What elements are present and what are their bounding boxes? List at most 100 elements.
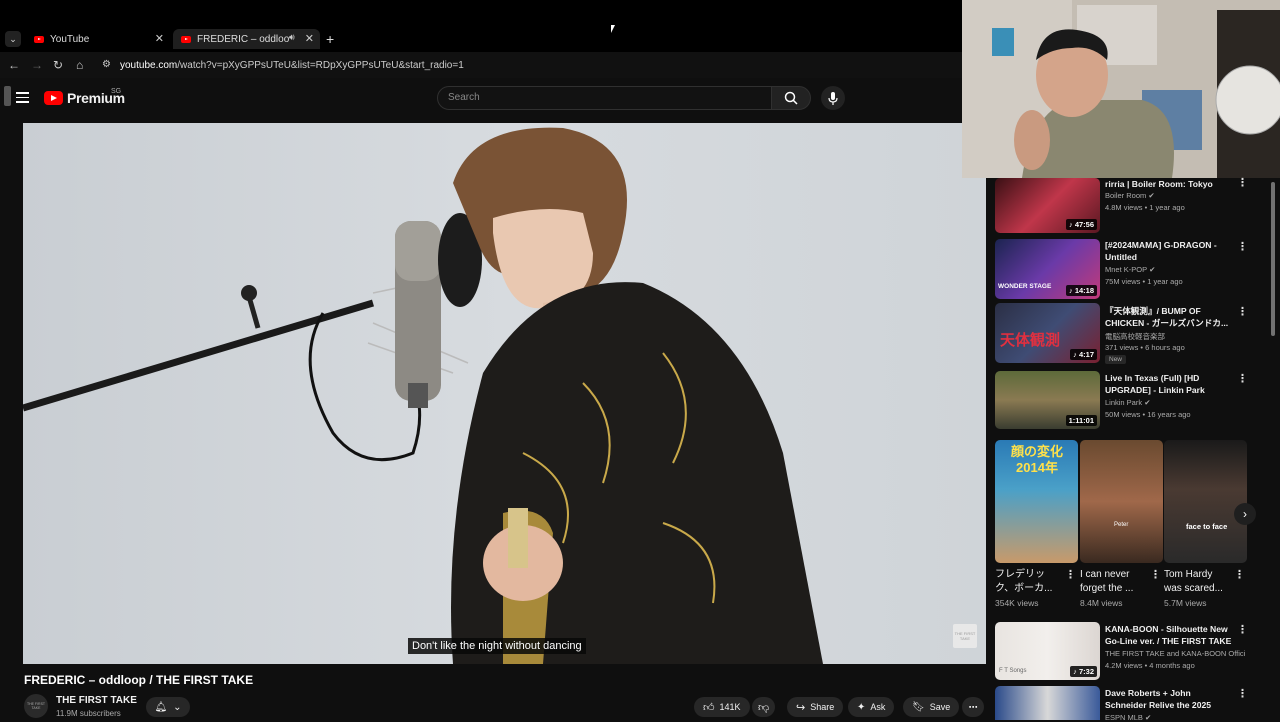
- close-tab-icon[interactable]: ✕: [305, 32, 314, 45]
- shorts-next-button[interactable]: ›: [1234, 503, 1256, 525]
- recommendation-title[interactable]: rirria | Boiler Room: Tokyo: [1105, 178, 1233, 190]
- short-views: 354K views: [995, 598, 1039, 608]
- short-overlay-text: 顔の変化 2014年: [1010, 444, 1063, 475]
- short-title[interactable]: I can never forget the ...: [1080, 568, 1146, 596]
- url-field[interactable]: youtube.com/watch?v=pXyGPPsUTeU&list=RDp…: [120, 60, 464, 71]
- reload-icon[interactable]: ↻: [53, 58, 63, 72]
- voice-search-button[interactable]: [821, 86, 845, 110]
- recommendation-channel[interactable]: Linkin Park ✔︎: [1105, 398, 1151, 407]
- more-vertical-icon[interactable]: ⋮: [1237, 374, 1248, 385]
- duration-badge: 1:11:01: [1065, 415, 1097, 426]
- sparkle-icon: ✦: [857, 701, 866, 713]
- recommendation-channel[interactable]: Mnet K-POP ✔︎: [1105, 265, 1155, 274]
- video-thumbnail[interactable]: 1:11:01: [995, 371, 1100, 429]
- recommendation-channel[interactable]: 電脳高校軽音楽部: [1105, 331, 1165, 342]
- duration-badge: ♪ 47:56: [1065, 219, 1097, 230]
- site-info-icon[interactable]: ⚙: [102, 58, 111, 72]
- channel-name[interactable]: THE FIRST TAKE: [56, 695, 137, 706]
- verified-icon: ✔︎: [1148, 191, 1155, 200]
- recommendation-item[interactable]: ♪ 47:56 rirria | Boiler Room: Tokyo Boil…: [995, 178, 1275, 234]
- close-tab-icon[interactable]: ✕: [155, 32, 164, 45]
- new-tab-button[interactable]: +: [326, 31, 334, 47]
- thumbnail-overlay-text: 天体観測: [1000, 331, 1061, 349]
- video-thumbnail[interactable]: WONDER STAGE ♪ 14:18: [995, 239, 1100, 299]
- more-vertical-icon[interactable]: ⋮: [1234, 570, 1245, 581]
- video-thumbnail[interactable]: ♪ 47:56: [995, 178, 1100, 233]
- recommendation-channel[interactable]: THE FIRST TAKE and KANA-BOON Offici...: [1105, 649, 1245, 658]
- short-thumbnail[interactable]: Peter: [1080, 440, 1163, 563]
- recommendation-meta: 50M views • 16 years ago: [1105, 410, 1191, 419]
- thumbs-up-icon: 👍︎: [703, 701, 715, 714]
- more-vertical-icon[interactable]: ⋮: [1237, 242, 1248, 253]
- recommendation-item[interactable]: 天体観測 ♪ 4:17 『天体観測』/ BUMP OF CHICKEN - ガー…: [995, 303, 1275, 365]
- short-item[interactable]: face to face Tom Hardy was scared... 5.7…: [1164, 440, 1247, 608]
- recommendation-item[interactable]: WONDER STAGE ♪ 14:18 [#2024MAMA] G-DRAGO…: [995, 239, 1275, 299]
- menu-hamburger-icon[interactable]: [16, 92, 29, 103]
- tab-list-dropdown[interactable]: ⌄: [5, 31, 21, 47]
- side-scroll-handle: [4, 86, 11, 106]
- recommendation-title[interactable]: 『天体観測』/ BUMP OF CHICKEN - ガールズバンドカ...: [1105, 305, 1233, 329]
- like-count: 141K: [719, 702, 741, 712]
- search-icon: [784, 91, 798, 105]
- search-input[interactable]: Search: [437, 86, 772, 110]
- video-thumbnail[interactable]: F T Songs ♪ 7:32: [995, 622, 1100, 680]
- search-placeholder: Search: [448, 92, 480, 103]
- thumbnail-overlay-text: WONDER STAGE: [998, 283, 1052, 290]
- short-item[interactable]: Peter I can never forget the ... 8.4M vi…: [1080, 440, 1163, 608]
- browser-tab-youtube[interactable]: YouTube ✕: [26, 29, 170, 49]
- recommendation-item[interactable]: Dave Roberts + John Schneider Relive the…: [995, 686, 1275, 722]
- recommendation-title[interactable]: [#2024MAMA] G-DRAGON - Untitled (2014)+P…: [1105, 239, 1233, 263]
- more-actions-button[interactable]: ⋯: [962, 697, 984, 717]
- save-button[interactable]: 🔖︎ Save: [903, 697, 960, 717]
- save-label: Save: [929, 702, 951, 712]
- recommendation-channel[interactable]: Boiler Room ✔︎: [1105, 191, 1155, 200]
- dislike-button[interactable]: 👎︎: [752, 697, 776, 717]
- channel-watermark[interactable]: THE FIRST TAKE: [953, 624, 977, 648]
- more-vertical-icon[interactable]: ⋮: [1065, 570, 1076, 581]
- video-thumbnail[interactable]: 天体観測 ♪ 4:17: [995, 303, 1100, 363]
- browser-tab-active[interactable]: FREDERIC – oddloop / THE 🔊︎ ✕: [173, 29, 320, 49]
- thumbnail-overlay-text: F T Songs: [999, 668, 1027, 674]
- channel-avatar[interactable]: THE FIRST TAKE: [24, 694, 48, 718]
- recommendation-title[interactable]: Dave Roberts + John Schneider Relive the…: [1105, 687, 1233, 711]
- share-button[interactable]: ↪ Share: [787, 697, 844, 717]
- more-vertical-icon[interactable]: ⋮: [1150, 570, 1161, 581]
- recommendation-title[interactable]: KANA-BOON - Silhouette New Go-Line ver. …: [1105, 623, 1233, 647]
- region-code: SG: [111, 88, 122, 95]
- short-thumbnail[interactable]: face to face: [1164, 440, 1247, 563]
- recommendation-meta: 371 views • 6 hours ago: [1105, 343, 1185, 352]
- bell-icon: 🔔︎: [154, 701, 168, 713]
- short-item[interactable]: 顔の変化 2014年 フレデリック、ボーカ... 354K views ⋮: [995, 440, 1078, 608]
- url-domain: youtube.com: [120, 60, 178, 71]
- recommendation-item[interactable]: F T Songs ♪ 7:32 KANA-BOON - Silhouette …: [995, 622, 1275, 682]
- recommendation-title[interactable]: Live In Texas (Full) [HD UPGRADE] - Link…: [1105, 372, 1233, 396]
- video-player[interactable]: [23, 123, 986, 664]
- video-title: FREDERIC – oddloop / THE FIRST TAKE: [24, 673, 254, 687]
- more-vertical-icon[interactable]: ⋮: [1237, 307, 1248, 318]
- verified-icon: ✔︎: [1145, 713, 1152, 722]
- sidebar-scrollbar[interactable]: [1271, 182, 1275, 336]
- back-arrow-icon[interactable]: ←: [8, 58, 20, 72]
- speaker-icon[interactable]: 🔊︎: [289, 32, 295, 43]
- short-title[interactable]: フレデリック、ボーカ...: [995, 568, 1061, 596]
- notification-bell-button[interactable]: 🔔︎ ⌄: [146, 697, 190, 717]
- short-title[interactable]: Tom Hardy was scared...: [1164, 568, 1230, 596]
- ask-button[interactable]: ✦ Ask: [848, 697, 895, 717]
- duration-badge: ♪ 4:17: [1070, 349, 1097, 360]
- forward-arrow-icon[interactable]: →: [31, 58, 43, 72]
- duration-badge: ♪ 14:18: [1065, 285, 1097, 296]
- home-icon[interactable]: ⌂: [76, 58, 83, 72]
- more-vertical-icon[interactable]: ⋮: [1237, 178, 1248, 189]
- recommendation-item[interactable]: 1:11:01 Live In Texas (Full) [HD UPGRADE…: [995, 371, 1275, 429]
- microphone-icon: [828, 91, 838, 105]
- short-thumbnail[interactable]: 顔の変化 2014年: [995, 440, 1078, 563]
- mouse-cursor-icon: [611, 25, 615, 33]
- recommendation-channel[interactable]: ESPN MLB ✔︎: [1105, 713, 1151, 722]
- video-thumbnail[interactable]: [995, 686, 1100, 720]
- webcam-overlay: [962, 0, 1280, 178]
- more-vertical-icon[interactable]: ⋮: [1237, 689, 1248, 700]
- more-vertical-icon[interactable]: ⋮: [1237, 625, 1248, 636]
- short-views: 8.4M views: [1080, 598, 1123, 608]
- like-button[interactable]: 👍︎ 141K: [694, 697, 750, 717]
- search-button[interactable]: [771, 86, 811, 110]
